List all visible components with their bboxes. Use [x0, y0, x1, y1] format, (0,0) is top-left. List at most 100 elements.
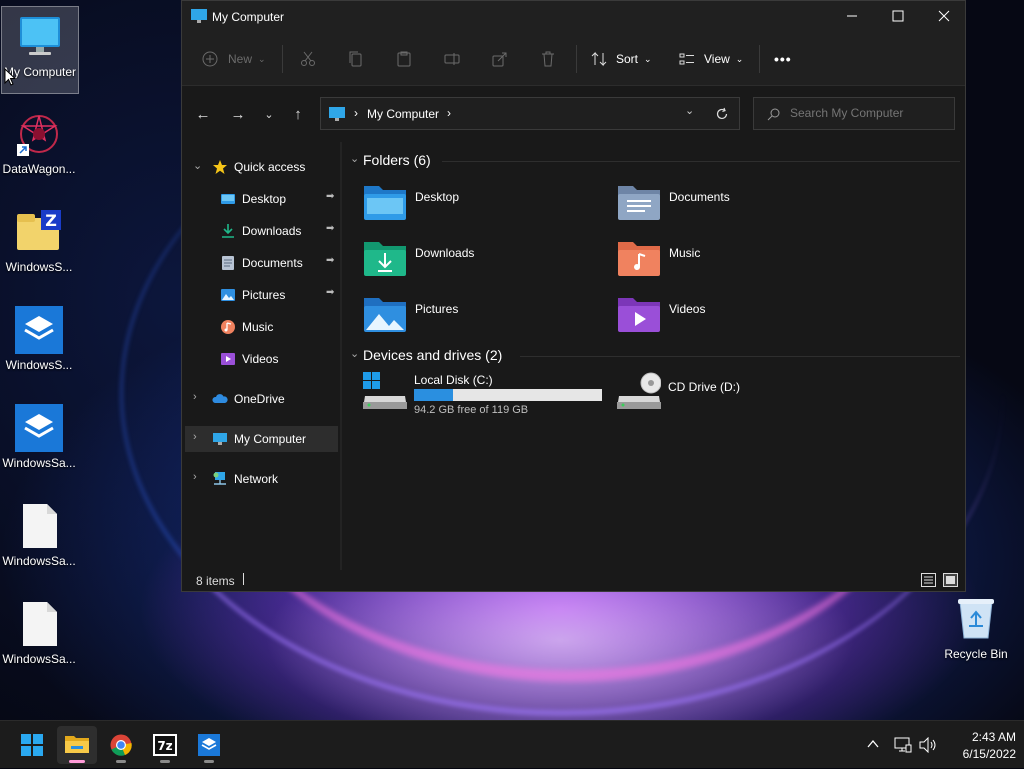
breadcrumb-my-computer[interactable]: My Computer — [367, 107, 439, 121]
nav-onedrive[interactable]: › OneDrive — [185, 386, 338, 412]
chevron-down-icon[interactable]: ⌄ — [350, 152, 359, 165]
copy-button[interactable] — [348, 45, 364, 73]
desktop-icon-recycle-bin[interactable]: Recycle Bin — [938, 594, 1014, 664]
nav-downloads[interactable]: Downloads ➡ — [185, 218, 338, 244]
drive-tile-cd[interactable]: CD Drive (D:) — [617, 372, 867, 420]
search-input[interactable] — [790, 105, 950, 121]
chevron-right-icon[interactable]: › — [193, 471, 203, 483]
network-tray-button[interactable] — [894, 721, 912, 769]
nav-my-computer[interactable]: › My Computer — [185, 426, 338, 452]
recent-locations-button[interactable]: ⌄ — [258, 104, 280, 126]
nav-label: Downloads — [242, 224, 302, 238]
volume-tray-button[interactable] — [918, 721, 938, 769]
address-dropdown-icon[interactable]: ⌄ — [685, 104, 694, 117]
chevron-right-icon[interactable]: › — [193, 431, 203, 443]
nav-label: Documents — [242, 256, 303, 270]
toolbar-divider — [576, 45, 577, 73]
chevron-down-icon: ⌄ — [644, 53, 652, 64]
sandbox-icon — [198, 734, 220, 756]
nav-desktop[interactable]: Desktop ➡ — [185, 186, 338, 212]
taskbar-7zip[interactable]: 7z — [145, 726, 185, 764]
title-bar[interactable]: My Computer — [182, 1, 965, 33]
new-button[interactable]: New ⌄ — [202, 45, 266, 73]
drive-tile-local-disk[interactable]: Local Disk (C:) 94.2 GB free of 119 GB — [363, 372, 608, 422]
nav-label: Quick access — [234, 160, 306, 174]
nav-pictures[interactable]: Pictures ➡ — [185, 282, 338, 308]
pin-icon: ➡ — [326, 287, 335, 298]
address-bar[interactable]: › My Computer › ⌄ — [320, 97, 740, 130]
folder-tile-downloads[interactable]: Downloads — [363, 238, 613, 286]
search-box[interactable] — [753, 97, 955, 130]
window-title: My Computer — [212, 10, 285, 24]
rename-button[interactable] — [444, 45, 460, 73]
share-button[interactable] — [492, 45, 508, 73]
7zip-icon: 7z — [153, 734, 177, 756]
desktop-folder-icon — [364, 186, 406, 220]
start-button[interactable] — [12, 726, 52, 764]
show-hidden-icons-button[interactable] — [866, 721, 880, 769]
folder-tile-documents[interactable]: Documents — [617, 182, 867, 230]
close-button[interactable] — [921, 1, 967, 33]
maximize-button[interactable] — [875, 1, 921, 33]
group-header-devices[interactable]: Devices and drives (2) — [363, 347, 502, 363]
cut-button[interactable] — [300, 45, 316, 73]
group-header-folders[interactable]: Folders (6) — [363, 152, 431, 168]
desktop-icon-windows-sa-3[interactable]: WindowsSa... — [1, 594, 77, 680]
trash-icon — [542, 51, 554, 67]
disk-usage-fill — [414, 389, 454, 401]
up-button[interactable]: ↑ — [287, 104, 309, 126]
nav-network[interactable]: › Network — [185, 466, 338, 492]
breadcrumb-separator[interactable]: › — [447, 106, 451, 120]
folder-tile-music[interactable]: Music — [617, 238, 867, 286]
desktop-icon-label: WindowsS... — [5, 358, 73, 372]
minimize-icon — [847, 15, 857, 17]
nav-videos[interactable]: Videos — [185, 346, 338, 372]
monitor-icon — [329, 107, 345, 121]
chevron-down-icon[interactable]: ⌄ — [350, 347, 359, 360]
music-folder-icon — [618, 242, 660, 276]
desktop-icon-windows-s-2[interactable]: WindowsS... — [1, 300, 77, 386]
large-icons-view-icon[interactable] — [943, 573, 958, 587]
back-button[interactable]: ← — [192, 104, 214, 126]
nav-music[interactable]: Music — [185, 314, 338, 340]
folder-tile-desktop[interactable]: Desktop — [363, 182, 613, 230]
chevron-right-icon[interactable]: › — [193, 391, 203, 403]
network-icon — [213, 472, 226, 485]
delete-button[interactable] — [540, 45, 556, 73]
minimize-button[interactable] — [829, 1, 875, 33]
drive-label: CD Drive (D:) — [668, 380, 740, 394]
clock[interactable]: 2:43 AM 6/15/2022 — [946, 721, 1016, 769]
details-view-icon[interactable] — [921, 573, 936, 587]
rename-icon — [444, 53, 460, 65]
refresh-icon[interactable] — [715, 107, 729, 121]
folder-label: Desktop — [415, 190, 460, 204]
nav-label: OneDrive — [234, 392, 285, 406]
forward-button[interactable]: → — [227, 104, 249, 126]
nav-documents[interactable]: Documents ➡ — [185, 250, 338, 276]
clipboard-icon — [397, 51, 411, 67]
folder-icon — [65, 736, 89, 753]
folder-label: Documents — [669, 190, 730, 204]
folder-tile-videos[interactable]: Videos — [617, 294, 867, 342]
chevron-down-icon[interactable]: ⌄ — [193, 159, 203, 172]
desktop-icon-windows-sa-1[interactable]: WindowsSa... — [1, 398, 77, 484]
nav-quick-access[interactable]: ⌄ Quick access — [185, 154, 338, 180]
more-options-button[interactable]: ••• — [774, 45, 792, 73]
taskbar-file-explorer[interactable] — [57, 726, 97, 764]
desktop-icon-windows-s-1[interactable]: Z WindowsS... — [1, 202, 77, 288]
nav-label: Videos — [242, 352, 279, 366]
taskbar-chrome[interactable] — [101, 726, 141, 764]
videos-folder-icon — [618, 298, 660, 332]
desktop-folder-icon — [221, 194, 235, 204]
svg-text:Z: Z — [45, 211, 57, 230]
view-button[interactable]: View ⌄ — [679, 45, 743, 73]
taskbar-windows-sandbox[interactable] — [189, 726, 229, 764]
clock-date: 6/15/2022 — [962, 747, 1016, 761]
sort-button[interactable]: Sort ⌄ — [591, 45, 652, 73]
folder-tile-pictures[interactable]: Pictures — [363, 294, 613, 342]
desktop-icon-windows-sa-2[interactable]: WindowsSa... — [1, 496, 77, 582]
toolbar-divider — [282, 45, 283, 73]
paste-button[interactable] — [396, 45, 412, 73]
address-row: ← → ⌄ ↑ › My Computer › ⌄ — [182, 85, 965, 142]
desktop-icon-datawagon[interactable]: DataWagon... — [1, 104, 77, 190]
